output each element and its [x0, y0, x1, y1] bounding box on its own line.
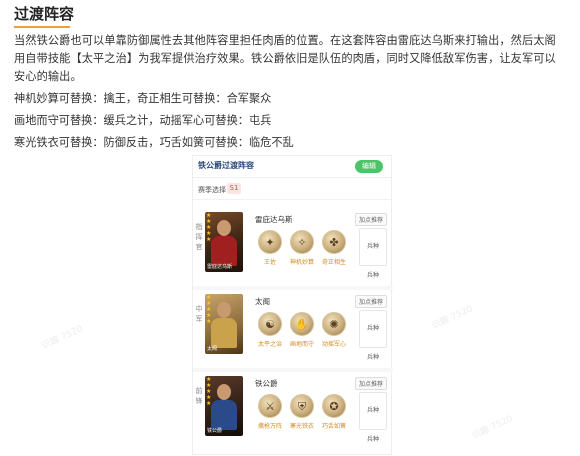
skill-name: 画地而守: [289, 341, 314, 348]
troop-box[interactable]: 兵种: [359, 228, 387, 266]
hero-slot-vanguard: 前锋 ★ ★ ★ ★ ★ 铁公爵 铁公爵 加点推荐 ⚔ 擒枪万阵 ⛨ 寒光铁衣 ✪ 巧舌…: [193, 374, 393, 454]
portrait-caption: 雷庇达乌斯: [207, 264, 233, 270]
watermark: 识趣 7520: [470, 414, 515, 442]
star-rating-icon: ★ ★ ★ ★ ★: [206, 212, 212, 243]
lineup-card: 铁公爵过渡阵容 编辑 赛季选择 S1 指挥官 ★ ★ ★ ★ ★ 雷庇达乌斯 雷庇达乌斯…: [192, 155, 393, 455]
skill-icon: ✧: [290, 230, 314, 254]
skill-3[interactable]: ✤ 奇正相生: [321, 230, 347, 266]
season-label: 赛季选择: [198, 186, 226, 194]
watermark: 识趣 7520: [430, 304, 475, 332]
intro-paragraph: 当然铁公爵也可以单靠防御属性去其他阵容里担任肉盾的位置。在这套阵容由雷庇达乌斯来…: [14, 34, 556, 83]
add-points-button[interactable]: 加点推荐: [354, 377, 387, 390]
skill-icon: ✦: [258, 230, 282, 254]
hero-face: [217, 220, 231, 236]
article: 过渡阵容 当然铁公爵也可以单靠防御属性去其他阵容里担任肉盾的位置。在这套阵容由雷…: [0, 0, 580, 152]
hero-face: [217, 302, 231, 318]
skill-icon: ✋: [290, 312, 314, 336]
skill-icon: ✤: [322, 230, 346, 254]
skill-icon: ⚔: [258, 394, 282, 418]
card-header: 铁公爵过渡阵容 编辑: [193, 156, 391, 178]
replacement-line-1: 神机妙算可替换：擒王，奇正相生可替换：合军聚众: [14, 92, 272, 105]
replacement-line-3: 寒光铁衣可替换：防御反击，巧舌如簧可替换：临危不乱: [14, 136, 294, 149]
skill-icon: ✺: [322, 312, 346, 336]
skill-name: 奇正相生: [321, 259, 346, 266]
hero-slot-commander: 指挥官 ★ ★ ★ ★ ★ 雷庇达乌斯 雷庇达乌斯 加点推荐 ✦ 王佐 ✧ 神机妙算 ✤…: [193, 210, 393, 290]
title-underline: [14, 26, 70, 28]
skill-1[interactable]: ☯ 太平之治: [257, 312, 283, 348]
skill-2[interactable]: ✧ 神机妙算: [289, 230, 315, 266]
troop-type: 兵种: [366, 436, 379, 443]
hero-body: [211, 400, 237, 430]
add-points-button[interactable]: 加点推荐: [354, 295, 387, 308]
troop-type: 兵种: [366, 354, 379, 361]
hero-face: [217, 384, 231, 400]
slot-role: 中军: [195, 305, 203, 323]
skill-name: 动摇军心: [321, 341, 346, 348]
skill-icon: ☯: [258, 312, 282, 336]
troop-label: 兵种: [366, 325, 379, 332]
card-title: 铁公爵过渡阵容: [198, 161, 254, 170]
hero-slot-middle: 中军 ★ ★ ★ ★ ★ 太阁 太阁 加点推荐 ☯ 太平之治 ✋ 画地而守 ✺ 动摇军心…: [193, 292, 393, 372]
hero-name: 铁公爵: [255, 379, 278, 388]
troop-label: 兵种: [366, 243, 379, 250]
skill-3[interactable]: ✺ 动摇军心: [321, 312, 347, 348]
skill-2[interactable]: ⛨ 寒光铁衣: [289, 394, 315, 430]
hero-name: 雷庇达乌斯: [255, 215, 293, 224]
portrait-caption: 铁公爵: [207, 428, 223, 434]
troop-box[interactable]: 兵种: [359, 310, 387, 348]
skill-1[interactable]: ✦ 王佐: [257, 230, 283, 266]
hero-name: 太阁: [255, 297, 270, 306]
hero-body: [211, 318, 237, 348]
troop-label: 兵种: [366, 407, 379, 414]
skill-2[interactable]: ✋ 画地而守: [289, 312, 315, 348]
skill-1[interactable]: ⚔ 擒枪万阵: [257, 394, 283, 430]
hero-portrait[interactable]: ★ ★ ★ ★ ★ 太阁: [205, 294, 243, 354]
hero-portrait[interactable]: ★ ★ ★ ★ ★ 铁公爵: [205, 376, 243, 436]
hero-body: [211, 236, 237, 266]
skill-icon: ✪: [322, 394, 346, 418]
portrait-caption: 太阁: [207, 346, 218, 352]
star-rating-icon: ★ ★ ★ ★ ★: [206, 294, 212, 325]
watermark: 识趣 7520: [40, 324, 85, 352]
edit-button[interactable]: 编辑: [355, 160, 383, 173]
replacement-line-2: 画地而守可替换：缓兵之计，动摇军心可替换：屯兵: [14, 114, 272, 127]
skill-name: 太平之治: [257, 341, 282, 348]
skill-name: 巧舌如簧: [321, 423, 346, 430]
troop-type: 兵种: [366, 272, 379, 279]
skill-3[interactable]: ✪ 巧舌如簧: [321, 394, 347, 430]
slot-role: 指挥官: [195, 223, 203, 251]
star-rating-icon: ★ ★ ★ ★ ★: [206, 376, 212, 407]
slot-role: 前锋: [195, 387, 203, 405]
section-title: 过渡阵容: [14, 5, 75, 23]
skill-name: 王佐: [263, 259, 276, 266]
season-row: 赛季选择 S1: [193, 178, 391, 200]
skill-icon: ⛨: [290, 394, 314, 418]
troop-box[interactable]: 兵种: [359, 392, 387, 430]
hero-portrait[interactable]: ★ ★ ★ ★ ★ 雷庇达乌斯: [205, 212, 243, 272]
skill-name: 擒枪万阵: [257, 423, 282, 430]
skill-name: 神机妙算: [289, 259, 314, 266]
add-points-button[interactable]: 加点推荐: [354, 213, 387, 226]
skill-name: 寒光铁衣: [289, 423, 314, 430]
season-badge[interactable]: S1: [227, 183, 241, 194]
